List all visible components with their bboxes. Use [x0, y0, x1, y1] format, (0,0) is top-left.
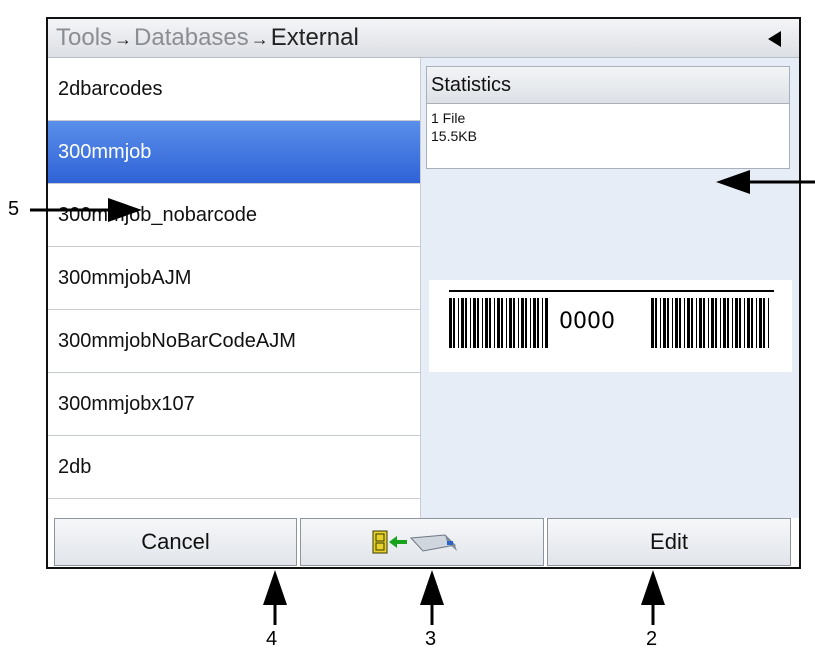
callout-5: 5	[8, 198, 20, 220]
file-count: 1 File	[431, 110, 466, 126]
button-bar: Cancel Edit	[48, 518, 799, 567]
callout-3: 3	[425, 628, 437, 650]
device-screen: Tools →Databases →External 2dbarcodes 300m…	[46, 17, 801, 569]
title-bar: Tools →Databases →External	[48, 19, 799, 58]
callout-4: 4	[266, 628, 278, 650]
callout-arrow-icon	[641, 570, 665, 605]
back-arrow-icon[interactable]	[768, 31, 781, 47]
breadcrumb: Tools →Databases →External	[56, 19, 359, 58]
label-preview: 0000	[429, 280, 792, 372]
database-list[interactable]: 2dbarcodes 300mmjob 300mmjob_nobarcode 3…	[48, 58, 421, 518]
callout-arrow-icon	[420, 570, 444, 605]
list-item[interactable]: 300mmjobNoBarCodeAJM	[48, 310, 420, 373]
breadcrumb-separator: →	[114, 29, 133, 49]
list-item[interactable]: 300mmjobx107	[48, 373, 420, 436]
statistics-panel: Statistics 1 File 15.5KB	[426, 66, 790, 169]
callout-2: 2	[646, 628, 658, 650]
breadcrumb-databases[interactable]: Databases	[134, 24, 249, 51]
usb-transfer-button[interactable]	[300, 518, 544, 566]
barcode-right-icon	[651, 298, 769, 348]
barcode-text: 0000	[559, 309, 615, 334]
cancel-button[interactable]: Cancel	[54, 518, 297, 566]
statistics-title: Statistics	[427, 67, 789, 104]
breadcrumb-tools[interactable]: Tools	[56, 24, 112, 51]
usb-import-icon	[372, 530, 457, 554]
barcode-left-icon	[449, 298, 548, 348]
callout-arrow-icon	[263, 570, 287, 605]
details-pane: Statistics 1 File 15.5KB 0000	[421, 58, 799, 518]
list-item-selected[interactable]: 300mmjob	[48, 121, 420, 184]
breadcrumb-separator: →	[250, 29, 269, 49]
list-item[interactable]: 300mmjobAJM	[48, 247, 420, 310]
breadcrumb-external: External	[270, 24, 359, 51]
edit-button[interactable]: Edit	[547, 518, 791, 566]
list-item[interactable]: 2db	[48, 436, 420, 499]
list-item[interactable]: 300mmjob_nobarcode	[48, 184, 420, 247]
list-item[interactable]: 2dbarcodes	[48, 58, 420, 121]
barcode-preview-icon: 0000	[449, 298, 769, 348]
file-size: 15.5KB	[431, 128, 477, 144]
